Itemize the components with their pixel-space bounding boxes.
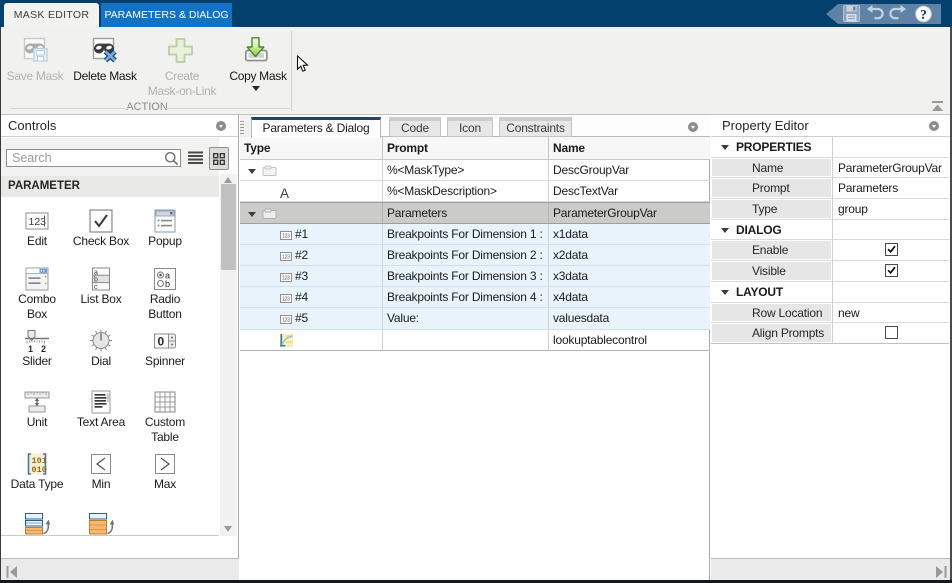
svg-text:010: 010 [32, 465, 47, 475]
svg-text:123: 123 [29, 216, 47, 228]
svg-text:a: a [94, 269, 98, 276]
svg-text:b: b [165, 279, 170, 289]
svg-text:1: 1 [28, 344, 33, 353]
svg-text:c: c [94, 284, 98, 291]
svg-text:0: 0 [158, 335, 165, 349]
svg-text:?: ? [920, 7, 927, 22]
svg-text:123: 123 [282, 318, 290, 324]
svg-text:123: 123 [282, 275, 290, 281]
svg-text:123: 123 [282, 297, 290, 303]
svg-text:123: 123 [282, 233, 290, 239]
svg-text:123: 123 [282, 254, 290, 260]
svg-text:b: b [94, 277, 98, 284]
svg-text:2: 2 [41, 344, 46, 353]
